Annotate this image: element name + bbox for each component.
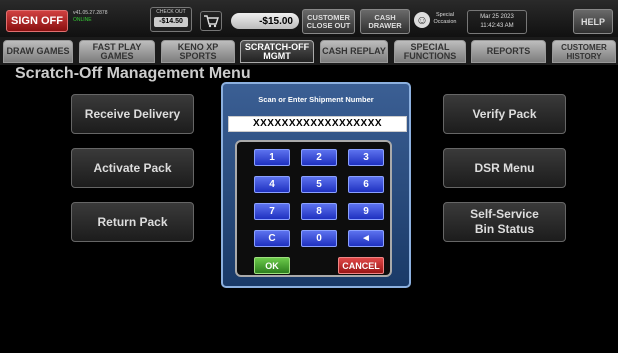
key-4[interactable]: 4 [254,176,290,193]
special-occasion-label[interactable]: Special Occasion [430,12,460,26]
tab-keno-xp-sports[interactable]: KENO XP SPORTS [161,40,235,63]
date-time: Mar 25 2023 11:42:43 AM [467,10,527,34]
tab-fast-play-games[interactable]: FAST PLAY GAMES [79,40,155,63]
self-service-bin-status-button[interactable]: Self-Service Bin Status [443,202,566,242]
tab-customer-history[interactable]: CUSTOMER HISTORY [552,40,616,63]
key-2[interactable]: 2 [301,149,337,166]
cart-glyph-icon [204,15,219,28]
dialog-title: Scan or Enter Shipment Number [258,95,374,104]
activate-pack-button[interactable]: Activate Pack [71,148,194,188]
customer-close-out-button[interactable]: CUSTOMER CLOSE OUT [302,9,355,34]
key-3[interactable]: 3 [348,149,384,166]
tab-cash-replay[interactable]: CASH REPLAY [320,40,388,63]
key-8[interactable]: 8 [301,203,337,220]
check-out-label: CHECK OUT [156,9,186,15]
transaction-total: -$15.00 [231,13,299,29]
tab-special-functions[interactable]: SPECIAL FUNCTIONS [394,40,466,63]
key-6[interactable]: 6 [348,176,384,193]
shipment-number-dialog: Scan or Enter Shipment Number XXXXXXXXXX… [221,82,411,288]
date-text: Mar 25 2023 [480,14,514,20]
key-clear[interactable]: C [254,230,290,247]
tab-draw-games[interactable]: DRAW GAMES [3,40,73,63]
top-status-bar: SIGN OFF v41.05.27.2878 ONLINE CHECK OUT… [0,0,618,37]
smiley-icon[interactable]: ☺ [414,12,430,28]
version-number: v41.05.27.2878 [73,10,108,16]
cart-icon[interactable] [200,11,222,31]
page-title: Scratch-Off Management Menu [15,65,251,82]
tab-reports[interactable]: REPORTS [471,40,546,63]
sign-off-button[interactable]: SIGN OFF [6,10,68,32]
receive-delivery-button[interactable]: Receive Delivery [71,94,194,134]
help-button[interactable]: HELP [573,9,613,34]
tab-scratch-off-mgmt[interactable]: SCRATCH-OFF MGMT [240,40,314,63]
key-9[interactable]: 9 [348,203,384,220]
key-7[interactable]: 7 [254,203,290,220]
time-text: 11:42:43 AM [480,23,514,29]
version-info: v41.05.27.2878 ONLINE [73,10,107,24]
key-1[interactable]: 1 [254,149,290,166]
key-0[interactable]: 0 [301,230,337,247]
cash-drawer-button[interactable]: CASH DRAWER [360,9,410,34]
main-nav-tabs: DRAW GAMES FAST PLAY GAMES KENO XP SPORT… [0,37,618,65]
connection-status: ONLINE [73,17,92,23]
verify-pack-button[interactable]: Verify Pack [443,94,566,134]
cancel-button[interactable]: CANCEL [338,257,384,274]
shipment-number-input[interactable]: XXXXXXXXXXXXXXXXXX [228,116,407,132]
ok-button[interactable]: OK [254,257,290,274]
backspace-icon[interactable]: ◄ [348,230,384,247]
dsr-menu-button[interactable]: DSR Menu [443,148,566,188]
key-5[interactable]: 5 [301,176,337,193]
numeric-keypad: 1 2 3 4 5 6 7 8 9 C 0 ◄ OK CANCEL [235,140,392,277]
return-pack-button[interactable]: Return Pack [71,202,194,242]
check-out-button[interactable]: CHECK OUT -$14.50 [150,7,192,32]
check-out-value: -$14.50 [154,17,188,27]
